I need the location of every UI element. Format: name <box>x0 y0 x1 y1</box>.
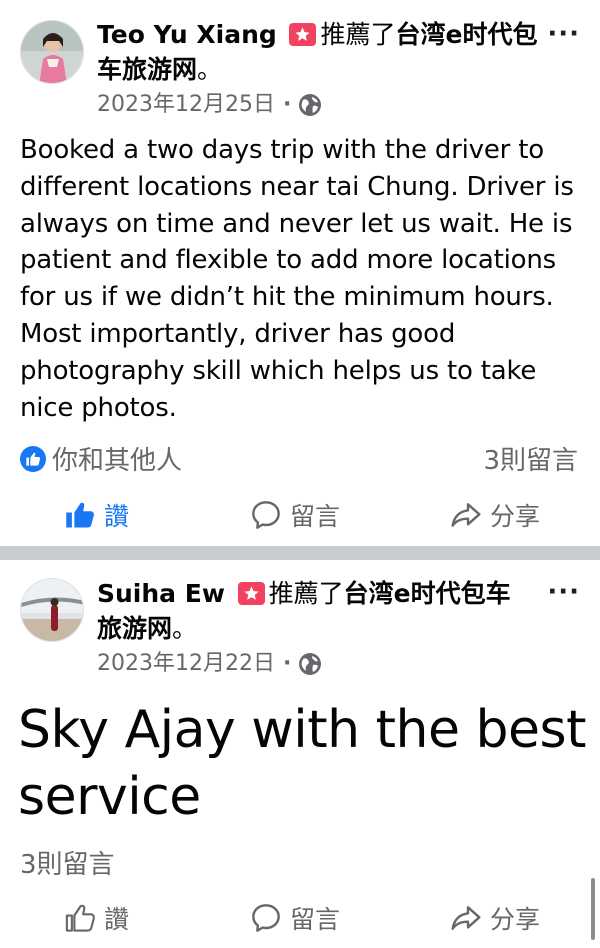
recommend-icon <box>237 582 265 605</box>
share-button[interactable]: 分享 <box>450 490 540 540</box>
comment-label: 留言 <box>290 502 341 531</box>
post-header: Suiha Ew 推薦了台湾e时代包车旅游网。 <box>97 576 517 646</box>
comment-button[interactable]: 留言 <box>250 490 340 540</box>
meta-separator: · <box>282 92 292 117</box>
post-meta: 2023年12月25日 · <box>97 92 323 118</box>
comment-count[interactable]: 3則留言 <box>483 440 578 477</box>
action-bar: 讚 留言 分享 <box>0 490 600 540</box>
comment-button[interactable]: 留言 <box>250 893 340 943</box>
more-options-icon[interactable]: ··· <box>547 21 580 47</box>
author-name[interactable]: Teo Yu Xiang <box>97 20 277 49</box>
post-body: Booked a two days trip with the driver t… <box>20 135 574 423</box>
comment-icon <box>252 501 280 529</box>
period: 。 <box>197 55 223 84</box>
like-button[interactable]: 讚 <box>64 490 129 540</box>
like-label: 讚 <box>104 905 130 934</box>
post-card: Teo Yu Xiang 推薦了台湾e时代包车旅游网。 ··· 2023年12月… <box>0 0 600 546</box>
comment-label: 留言 <box>290 905 341 934</box>
globe-icon <box>297 651 323 677</box>
recommend-icon <box>289 23 317 46</box>
thumbs-up-icon <box>65 904 95 932</box>
thumbs-up-icon <box>66 502 94 528</box>
like-label: 讚 <box>104 502 130 531</box>
recommend-label: 推薦了 <box>268 579 344 608</box>
globe-icon <box>297 92 323 118</box>
share-icon <box>451 906 481 930</box>
post-header: Teo Yu Xiang 推薦了台湾e时代包车旅游网。 <box>97 17 542 87</box>
author-name[interactable]: Suiha Ew <box>97 579 225 608</box>
like-button[interactable]: 讚 <box>64 893 129 943</box>
avatar[interactable] <box>20 578 84 642</box>
comment-count[interactable]: 3則留言 <box>20 844 115 881</box>
share-icon <box>451 503 481 527</box>
reactions-label: 你和其他人 <box>52 446 183 476</box>
reactions-summary[interactable]: 你和其他人 <box>20 440 182 477</box>
more-options-icon[interactable]: ··· <box>547 579 580 605</box>
post-date[interactable]: 2023年12月22日 <box>97 651 275 677</box>
scrollbar-thumb[interactable] <box>591 878 595 940</box>
post-body: Sky Ajay with the best service <box>18 700 586 827</box>
period: 。 <box>172 614 198 643</box>
avatar[interactable] <box>20 20 84 84</box>
like-reaction-icon <box>20 445 46 472</box>
meta-separator: · <box>282 651 292 676</box>
share-button[interactable]: 分享 <box>450 893 540 943</box>
share-label: 分享 <box>490 905 541 934</box>
post-meta: 2023年12月22日 · <box>97 651 323 677</box>
post-divider <box>0 546 600 560</box>
recommend-label: 推薦了 <box>320 20 396 49</box>
comment-icon <box>252 904 280 932</box>
post-date[interactable]: 2023年12月25日 <box>97 92 275 118</box>
share-label: 分享 <box>490 502 541 531</box>
action-bar: 讚 留言 分享 <box>0 893 600 943</box>
